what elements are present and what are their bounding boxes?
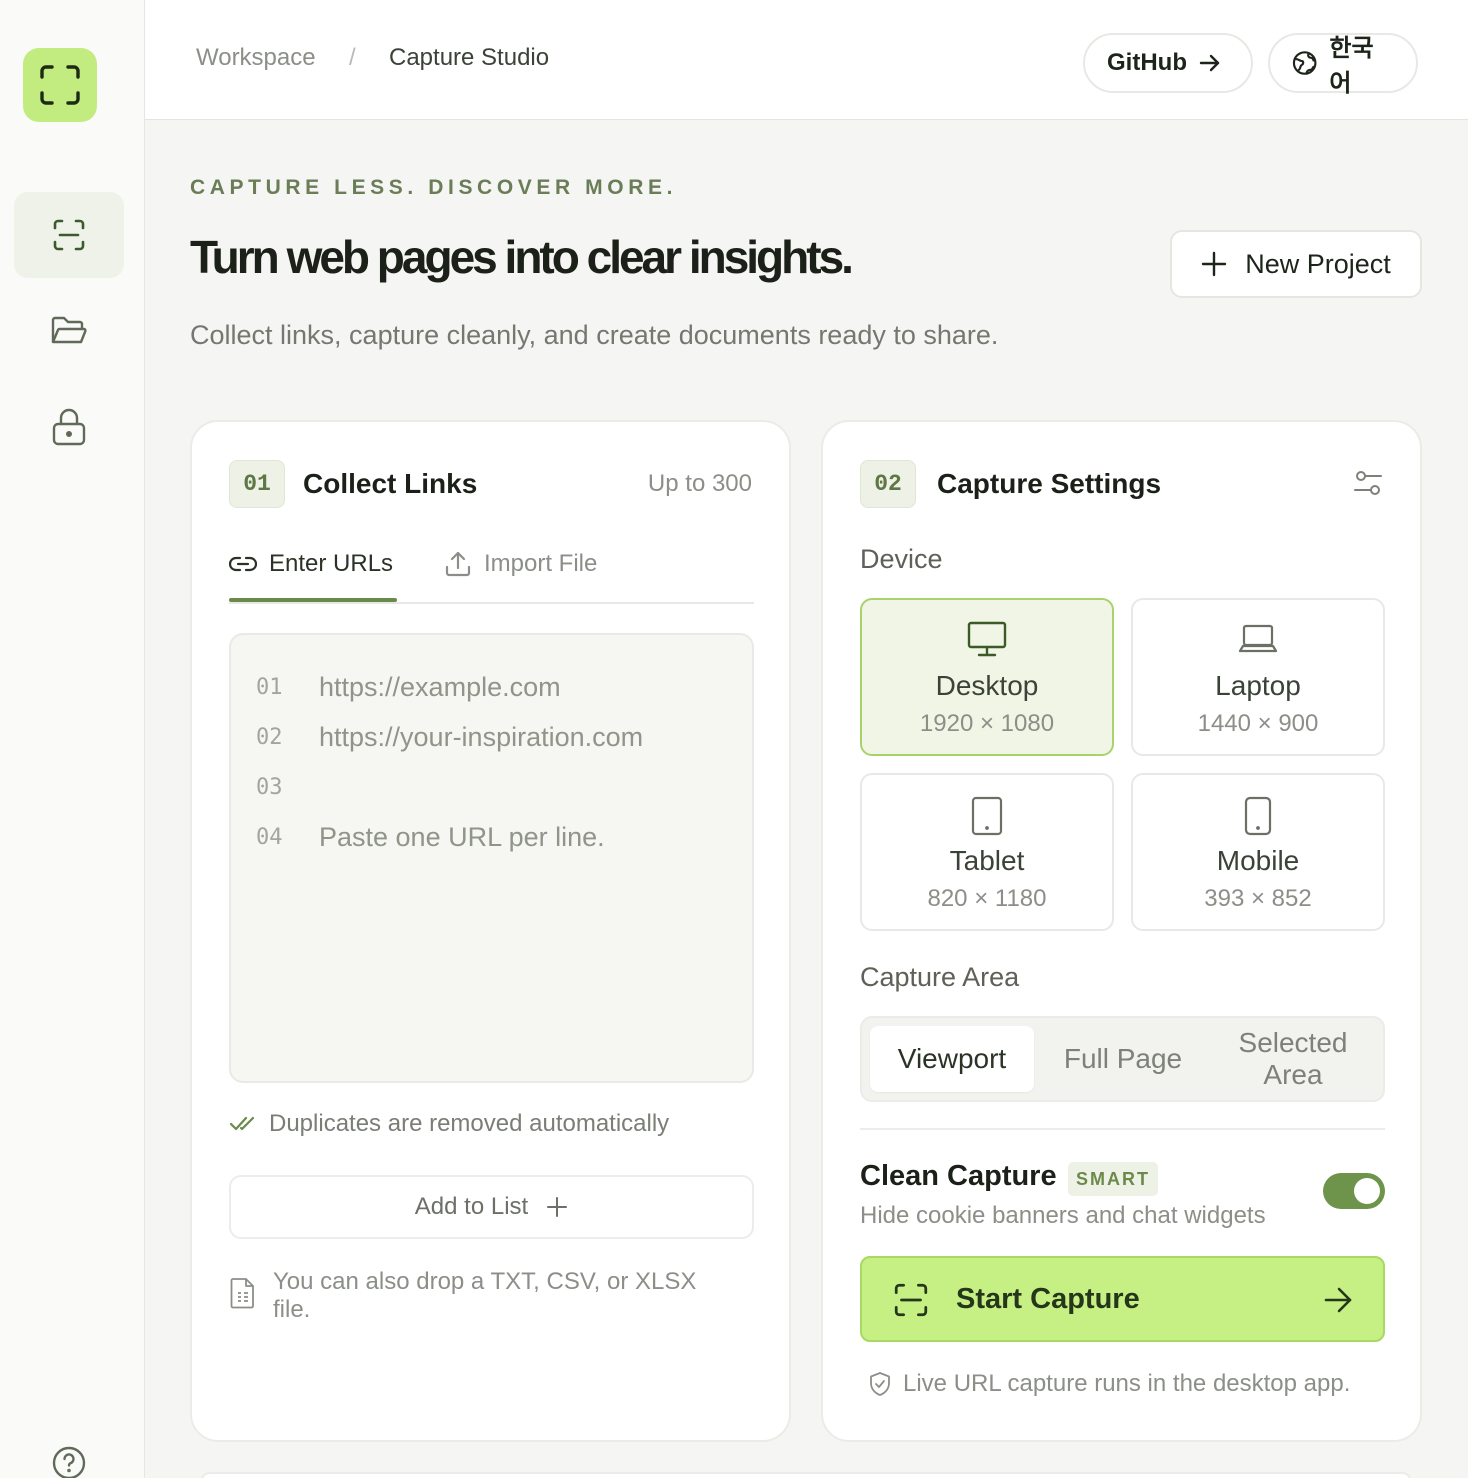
- device-resolution: 1920 × 1080: [919, 710, 1055, 737]
- monitor-icon: [967, 621, 1007, 657]
- tagline: CAPTURE LESS. DISCOVER MORE.: [190, 176, 678, 199]
- clean-capture-title: Clean Capture: [860, 1160, 1057, 1192]
- language-button[interactable]: 한국어: [1268, 33, 1418, 97]
- scan-icon: [53, 219, 85, 251]
- line-text: https://example.com: [319, 671, 561, 702]
- sliders-icon: [1354, 471, 1382, 495]
- scan-frame-icon: [40, 65, 80, 105]
- language-label: 한국어: [1329, 35, 1374, 97]
- tab-enter-urls-label: Enter URLs: [269, 550, 394, 577]
- tab-enter-urls[interactable]: Enter URLs: [229, 550, 393, 578]
- folder-open-icon: [51, 316, 87, 344]
- sidebar: [0, 0, 145, 1478]
- capture-area-segmented-control: Viewport Full Page Selected Area: [860, 1016, 1385, 1102]
- breadcrumb-separator: /: [349, 44, 356, 71]
- double-check-icon: [229, 1116, 255, 1131]
- next-card-edge: [200, 1472, 1412, 1478]
- help-icon: [52, 1446, 86, 1478]
- lock-icon: [52, 408, 86, 446]
- top-bar: Workspace / Capture Studio GitHub 한국어: [145, 0, 1468, 120]
- tab-divider: [229, 602, 754, 604]
- file-spreadsheet-icon: [230, 1278, 254, 1309]
- device-option-desktop[interactable]: Desktop 1920 × 1080: [860, 598, 1114, 756]
- device-resolution: 393 × 852: [1204, 885, 1312, 912]
- page-subtitle: Collect links, capture cleanly, and crea…: [190, 320, 999, 350]
- device-name: Mobile: [1216, 845, 1300, 876]
- device-option-tablet[interactable]: Tablet 820 × 1180: [860, 773, 1114, 931]
- start-capture-button[interactable]: Start Capture: [860, 1256, 1385, 1342]
- help-button[interactable]: [50, 1444, 88, 1478]
- line-number: 03: [256, 774, 283, 800]
- globe-icon: [1292, 51, 1317, 75]
- capture-area-selected-area[interactable]: Selected Area: [1212, 1026, 1374, 1092]
- device-name: Laptop: [1215, 670, 1301, 701]
- sidebar-item-projects[interactable]: [14, 288, 124, 374]
- upload-icon: [445, 551, 471, 577]
- settings-sliders-button[interactable]: [1353, 468, 1383, 503]
- breadcrumb-workspace[interactable]: Workspace: [196, 44, 316, 72]
- scan-icon: [894, 1283, 928, 1317]
- sidebar-item-security[interactable]: [14, 384, 124, 470]
- app-logo[interactable]: [23, 48, 97, 122]
- capture-area-label: Capture Area: [860, 962, 1020, 992]
- url-limit-note: Up to 300: [647, 470, 752, 497]
- github-button[interactable]: GitHub: [1083, 33, 1253, 93]
- desktop-app-note-text: Live URL capture runs in the desktop app…: [903, 1370, 1351, 1397]
- device-resolution: 1440 × 900: [1197, 710, 1319, 737]
- plus-icon: [1202, 251, 1227, 277]
- smart-badge: SMART: [1068, 1162, 1158, 1196]
- drop-file-note-text: You can also drop a TXT, CSV, or XLSX fi…: [273, 1268, 697, 1323]
- arrow-right-icon: [1324, 1287, 1352, 1313]
- plus-icon: [547, 1197, 568, 1217]
- new-project-label: New Project: [1245, 248, 1391, 279]
- tablet-icon: [971, 796, 1003, 836]
- device-option-laptop[interactable]: Laptop 1440 × 900: [1131, 598, 1385, 756]
- arrow-right-icon: [1199, 54, 1220, 72]
- step-badge: 02: [860, 460, 916, 508]
- duplicates-note-text: Duplicates are removed automatically: [269, 1110, 670, 1137]
- toggle-knob: [1354, 1178, 1380, 1204]
- shield-check-icon: [870, 1372, 890, 1396]
- add-to-list-button[interactable]: Add to List: [229, 1175, 754, 1239]
- section-divider: [860, 1128, 1385, 1130]
- device-resolution: 820 × 1180: [927, 885, 1047, 912]
- laptop-icon: [1238, 624, 1278, 653]
- clean-capture-toggle[interactable]: [1323, 1173, 1385, 1209]
- device-label: Device: [860, 544, 943, 574]
- capture-area-full-page[interactable]: Full Page: [1038, 1026, 1208, 1092]
- line-number: 04: [256, 824, 283, 850]
- device-name: Tablet: [949, 845, 1025, 876]
- drop-file-note: You can also drop a TXT, CSV, or XLSX fi…: [229, 1268, 754, 1324]
- step-badge: 01: [229, 460, 285, 508]
- link-icon: [229, 556, 257, 572]
- card-title: Collect Links: [303, 468, 478, 499]
- card-title: Capture Settings: [937, 468, 1162, 499]
- clean-capture-description: Hide cookie banners and chat widgets: [860, 1202, 1266, 1229]
- tab-import-file[interactable]: Import File: [444, 550, 597, 578]
- github-label: GitHub: [1107, 49, 1187, 76]
- breadcrumb-current: Capture Studio: [389, 44, 550, 71]
- device-name: Desktop: [935, 670, 1039, 701]
- line-number: 01: [256, 674, 283, 700]
- collect-links-card: 01 Collect Links Up to 300 Enter URLs Im…: [190, 420, 791, 1442]
- tab-import-file-label: Import File: [484, 550, 598, 577]
- new-project-button[interactable]: New Project: [1170, 230, 1422, 298]
- start-capture-label: Start Capture: [956, 1283, 1140, 1315]
- add-to-list-label: Add to List: [414, 1193, 529, 1220]
- page-title: Turn web pages into clear insights.: [190, 231, 854, 283]
- capture-settings-card: 02 Capture Settings Device Desktop 1920 …: [821, 420, 1422, 1442]
- desktop-app-note: Live URL capture runs in the desktop app…: [869, 1370, 1350, 1398]
- line-placeholder: Paste one URL per line.: [319, 821, 605, 852]
- tab-active-indicator: [229, 598, 397, 602]
- device-option-mobile[interactable]: Mobile 393 × 852: [1131, 773, 1385, 931]
- smartphone-icon: [1244, 796, 1272, 836]
- line-text: https://your-inspiration.com: [319, 721, 644, 752]
- line-number: 02: [256, 724, 283, 750]
- url-textarea[interactable]: 01 https://example.com 02 https://your-i…: [229, 633, 754, 1083]
- capture-area-viewport[interactable]: Viewport: [870, 1026, 1034, 1092]
- sidebar-item-capture[interactable]: [14, 192, 124, 278]
- duplicates-note: Duplicates are removed automatically: [229, 1110, 669, 1138]
